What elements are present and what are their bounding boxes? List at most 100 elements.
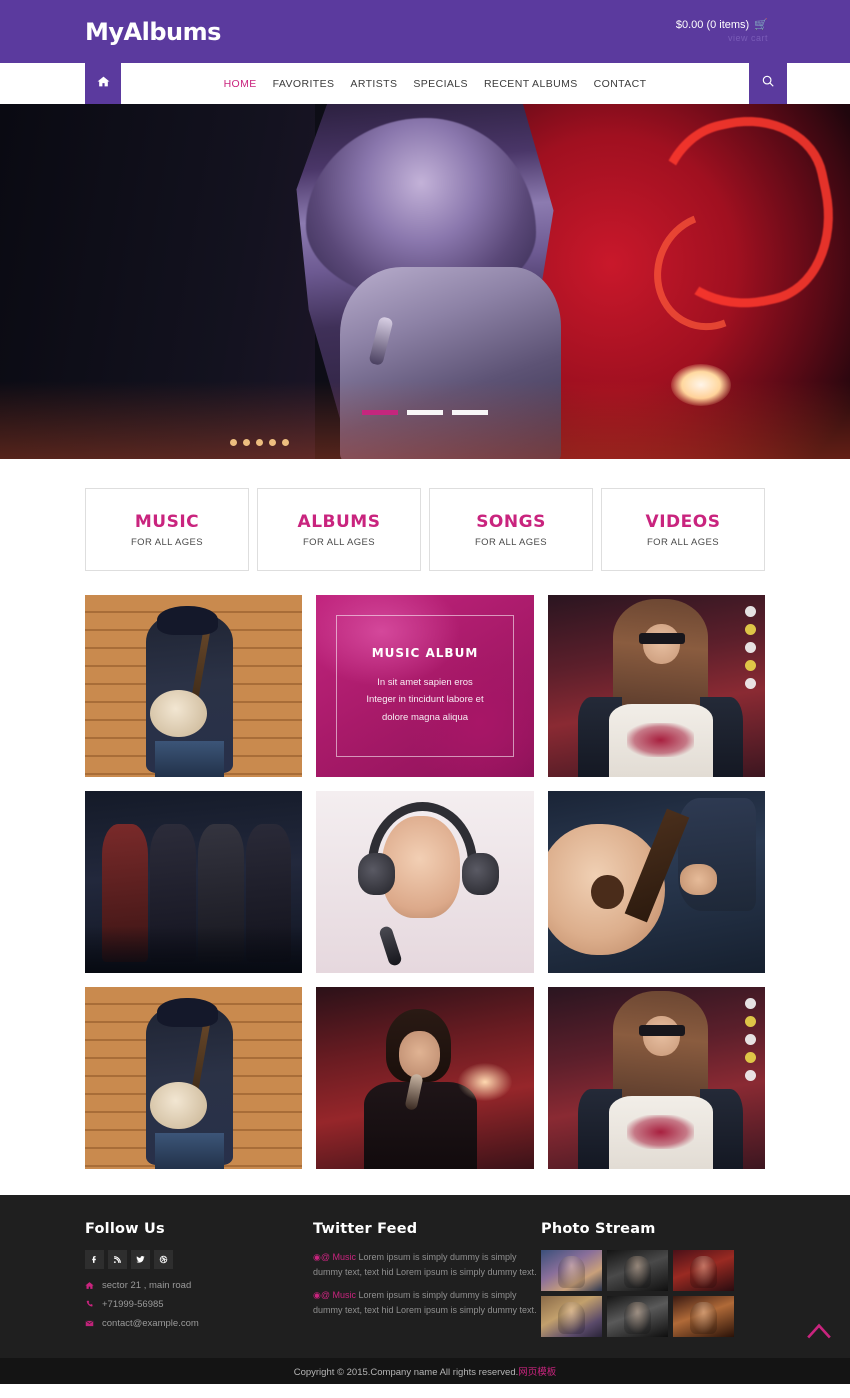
category-box-music[interactable]: MUSIC FOR ALL AGES (85, 488, 249, 571)
site-logo[interactable]: MyAlbums (85, 18, 221, 46)
search-button[interactable] (749, 63, 787, 104)
banjo-neck (190, 616, 213, 705)
photo-thumb-2[interactable] (607, 1250, 668, 1291)
at-icon: ◉ (313, 1290, 321, 1301)
guitar-sound-hole (591, 874, 624, 910)
category-subtitle: FOR ALL AGES (130, 536, 204, 548)
category-title: VIDEOS (645, 511, 721, 532)
gallery-tile-woman-sunglasses-2[interactable] (547, 987, 765, 1169)
hero-stage-bokeh (229, 433, 383, 446)
shopping-cart-icon: 🛒 (754, 19, 768, 31)
footer-email[interactable]: contact@example.com (85, 1318, 313, 1329)
slider-dot-1[interactable] (362, 410, 398, 415)
copyright-text: Copyright © 2015.Company name All rights… (293, 1367, 519, 1378)
photo-thumb-6[interactable] (673, 1296, 734, 1337)
headphone-cup-left (357, 852, 395, 895)
photo-stream-grid (541, 1250, 765, 1337)
gallery-tile-woman-sunglasses[interactable] (547, 595, 765, 777)
singer-body (364, 1081, 478, 1169)
copyright-bar: Copyright © 2015.Company name All rights… (0, 1358, 850, 1384)
nav-item-specials[interactable]: SPECIALS (413, 78, 468, 90)
gallery-tile-banjo-player[interactable] (85, 595, 303, 777)
follow-us-title: Follow Us (85, 1221, 165, 1237)
top-header-bar: MyAlbums $0.00 (0 items) 🛒 view cart (0, 0, 850, 63)
nav-item-contact[interactable]: CONTACT (594, 78, 647, 90)
microphone-icon (377, 924, 403, 967)
category-title: ALBUMS (297, 511, 381, 532)
nav-item-artists[interactable]: ARTISTS (350, 78, 397, 90)
twitter-button[interactable] (131, 1250, 150, 1269)
footer-column-photo-stream: Photo Stream (541, 1221, 765, 1358)
photo-thumb-3[interactable] (673, 1250, 734, 1291)
singer-face (398, 1030, 441, 1078)
footer-column-twitter-feed: Twitter Feed ◉@ Music Lorem ipsum is sim… (313, 1221, 541, 1358)
category-subtitle: FOR ALL AGES (646, 536, 720, 548)
footer-address-text: sector 21 , main road (102, 1280, 192, 1291)
facebook-icon (90, 1251, 99, 1269)
category-box-songs[interactable]: SONGS FOR ALL AGES (429, 488, 593, 571)
rss-icon (113, 1251, 122, 1269)
category-title: MUSIC (134, 511, 200, 532)
copyright-cn-text[interactable]: 网页模板 (518, 1367, 556, 1378)
slider-dot-2[interactable] (407, 410, 443, 415)
slider-dot-3[interactable] (452, 410, 488, 415)
cart-sub-label[interactable]: view cart (676, 33, 768, 43)
sunglasses-icon (638, 633, 685, 645)
gallery-tile-banjo-player-2[interactable] (85, 987, 303, 1169)
photo-thumb-1[interactable] (541, 1250, 602, 1291)
banjo-body (150, 1081, 207, 1129)
footer-phone[interactable]: +71999-56985 (85, 1299, 313, 1310)
slider-pagination (0, 410, 850, 415)
category-boxes: MUSIC FOR ALL AGES ALBUMS FOR ALL AGES S… (0, 459, 850, 571)
cart-total-text: $0.00 (0 items) (675, 19, 750, 31)
footer-phone-text: +71999-56985 (102, 1299, 164, 1310)
category-subtitle: FOR ALL AGES (302, 536, 376, 548)
album-card-inner: MUSIC ALBUM In sit amet sapien eros Inte… (335, 615, 515, 757)
facebook-button[interactable] (85, 1250, 104, 1269)
nav-left-spacer (0, 63, 85, 104)
nav-links: HOME FAVORITES ARTISTS SPECIALS RECENT A… (121, 63, 749, 104)
hero-stage-lights (0, 380, 850, 459)
cart-total-line: $0.00 (0 items) 🛒 (676, 18, 768, 31)
twitter-feed-title: Twitter Feed (313, 1221, 418, 1237)
guitarist-hand (680, 863, 718, 895)
main-navigation-bar: HOME FAVORITES ARTISTS SPECIALS RECENT A… (0, 63, 850, 104)
category-title: SONGS (476, 511, 546, 532)
tweet-handle[interactable]: @ Music (321, 1252, 356, 1262)
gallery-tile-woman-headphones[interactable] (316, 791, 534, 973)
category-box-videos[interactable]: VIDEOS FOR ALL AGES (601, 488, 765, 571)
nav-item-recent-albums[interactable]: RECENT ALBUMS (484, 78, 578, 90)
cart-summary[interactable]: $0.00 (0 items) 🛒 view cart (676, 18, 768, 43)
gallery-tile-music-album[interactable]: MUSIC ALBUM In sit amet sapien eros Inte… (316, 595, 534, 777)
category-box-albums[interactable]: ALBUMS FOR ALL AGES (257, 488, 421, 571)
rss-button[interactable] (108, 1250, 127, 1269)
nav-right-spacer (787, 63, 850, 104)
stage-glow (457, 1063, 512, 1102)
search-icon (761, 74, 775, 93)
tweet-handle[interactable]: @ Music (321, 1290, 356, 1300)
nav-item-favorites[interactable]: FAVORITES (273, 78, 335, 90)
hero-slider[interactable] (0, 104, 850, 459)
photo-thumb-4[interactable] (541, 1296, 602, 1337)
photo-thumb-5[interactable] (607, 1296, 668, 1337)
site-footer: Follow Us sector 21 , main road +71999-5… (0, 1195, 850, 1358)
home-icon (85, 1281, 96, 1290)
category-subtitle: FOR ALL AGES (474, 536, 548, 548)
string-lights (745, 605, 757, 696)
envelope-icon (85, 1319, 96, 1328)
gallery-tile-band-on-stage[interactable] (85, 791, 303, 973)
scroll-to-top-button[interactable] (802, 1320, 836, 1346)
album-card-title: MUSIC ALBUM (371, 645, 479, 660)
footer-column-follow-us: Follow Us sector 21 , main road +71999-5… (85, 1221, 313, 1358)
gallery-tile-acoustic-guitar[interactable] (547, 791, 765, 973)
gallery-tile-male-singer[interactable] (316, 987, 534, 1169)
nav-item-home[interactable]: HOME (224, 78, 257, 90)
gallery-grid: MUSIC ALBUM In sit amet sapien eros Inte… (0, 571, 850, 1169)
footer-address: sector 21 , main road (85, 1280, 313, 1291)
stage-floor (85, 925, 303, 973)
album-card-line-3: dolore magna aliqua (381, 711, 469, 723)
home-button[interactable] (85, 63, 121, 104)
dribbble-icon (159, 1251, 168, 1269)
sunglasses-icon (638, 1025, 685, 1037)
dribbble-button[interactable] (154, 1250, 173, 1269)
